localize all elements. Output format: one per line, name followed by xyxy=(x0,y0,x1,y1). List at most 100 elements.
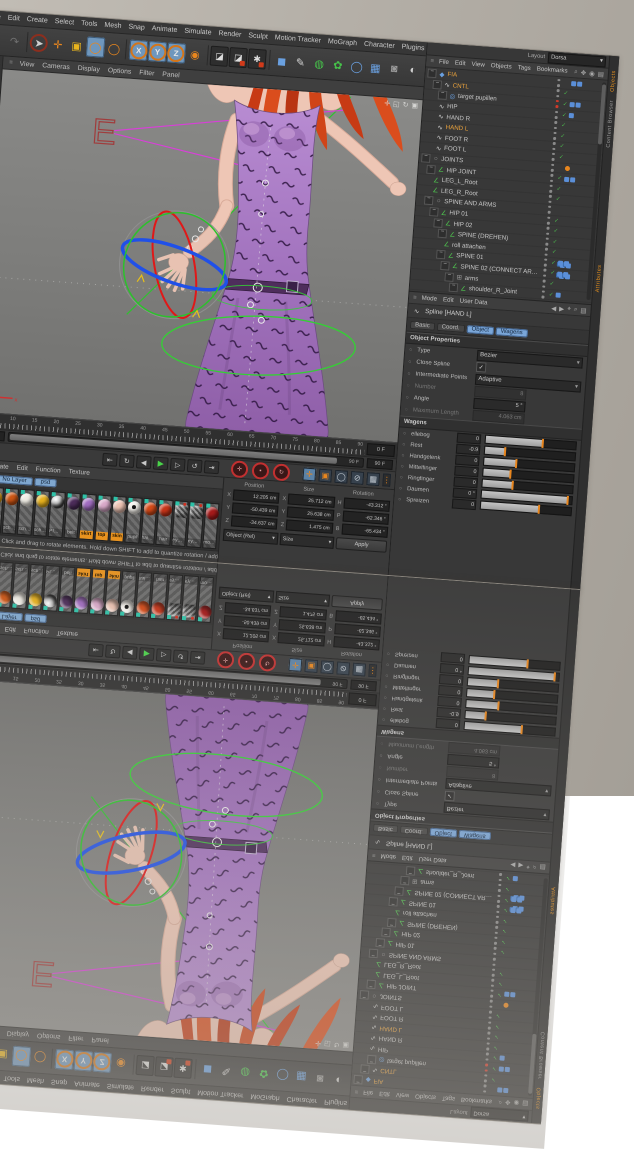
anim-dot[interactable]: ○ xyxy=(400,474,406,480)
tag-icon[interactable] xyxy=(570,177,575,182)
anim-dot[interactable]: ○ xyxy=(409,347,415,353)
mat-menu-texture[interactable]: Texture xyxy=(68,468,90,477)
visibility-dots[interactable] xyxy=(544,216,553,225)
coord-system-icon[interactable]: ◉ xyxy=(185,44,204,65)
menu-render[interactable]: Render xyxy=(218,30,241,39)
maximize-icon[interactable]: ▣ xyxy=(411,101,418,109)
tag-icon[interactable] xyxy=(577,82,582,87)
menu-motion-tracker[interactable]: Motion Tracker xyxy=(275,34,322,44)
expand-icon[interactable]: − xyxy=(433,218,443,228)
visibility-dots[interactable] xyxy=(545,195,554,204)
burger-icon[interactable]: ▤ xyxy=(580,306,587,314)
last-tool-icon[interactable]: ◯ xyxy=(104,38,123,59)
menu-tools[interactable]: Tools xyxy=(81,20,98,28)
size-z-field[interactable]: 1.475 cm xyxy=(286,519,333,533)
expand-icon[interactable]: − xyxy=(432,80,442,90)
position-z-field[interactable]: -34.637 cm xyxy=(231,515,278,529)
vertical-tab-objects[interactable]: Objects xyxy=(609,70,617,92)
anim-dot[interactable]: ○ xyxy=(398,496,404,502)
mat-menu-edit[interactable]: Edit xyxy=(16,464,28,472)
expand-icon[interactable]: − xyxy=(440,261,450,271)
expand-icon[interactable]: − xyxy=(444,272,454,282)
tab-basic[interactable]: Basic xyxy=(410,320,435,330)
visibility-dots[interactable] xyxy=(549,142,558,151)
menu-mesh[interactable]: Mesh xyxy=(104,22,122,30)
redo-icon[interactable]: ↷ xyxy=(5,31,24,52)
am-menu-mode[interactable]: Mode xyxy=(421,295,437,303)
pan-icon[interactable]: ✛ xyxy=(384,99,390,107)
close-spline-checkbox[interactable]: ✓ xyxy=(476,362,487,373)
expand-icon[interactable]: − xyxy=(427,69,437,79)
tag-icon[interactable] xyxy=(571,81,576,86)
visibility-dots[interactable] xyxy=(543,227,552,236)
live-selection-icon[interactable]: ➤ xyxy=(30,32,49,53)
next-frame-button[interactable]: ▷ xyxy=(170,458,186,472)
am-menu-edit[interactable]: Edit xyxy=(443,296,454,304)
anim-dot[interactable]: ○ xyxy=(400,463,406,469)
current-frame-field[interactable]: 0 F xyxy=(366,443,395,457)
menu-edit[interactable]: Edit xyxy=(7,15,20,23)
spline-pen-icon[interactable]: ✎ xyxy=(291,52,310,73)
tag-cluster-icon[interactable] xyxy=(564,261,569,266)
visibility-dots[interactable] xyxy=(551,121,560,130)
play-button[interactable]: ▶ xyxy=(153,456,169,470)
subdivision-surface-icon[interactable]: ◍ xyxy=(310,53,329,74)
anim-dot[interactable]: ○ xyxy=(403,430,409,436)
am-menu-user-data[interactable]: User Data xyxy=(459,297,487,306)
goto-end-button[interactable]: ⇥ xyxy=(204,460,220,474)
key-disable-button[interactable]: ⊘ xyxy=(350,471,364,485)
goto-start-button[interactable]: ⇤ xyxy=(102,453,118,467)
vp-menu-display[interactable]: Display xyxy=(77,64,100,73)
key-dots-button[interactable]: ⋮ xyxy=(382,473,391,487)
cloner-icon[interactable]: ✿ xyxy=(328,54,347,75)
expand-icon[interactable]: − xyxy=(449,283,459,293)
expand-icon[interactable]: − xyxy=(421,153,431,163)
anim-dot[interactable]: ○ xyxy=(408,359,414,365)
orbit-icon[interactable]: ↻ xyxy=(402,101,408,109)
tag-icon[interactable] xyxy=(564,176,569,181)
om-menu-bookmarks[interactable]: Bookmarks xyxy=(536,66,567,75)
visibility-dots[interactable] xyxy=(545,205,554,214)
om-menu-edit[interactable]: Edit xyxy=(455,59,466,67)
visibility-dots[interactable] xyxy=(550,131,559,140)
menu-sculpt[interactable]: Sculpt xyxy=(248,32,268,40)
mat-menu-create[interactable]: Create xyxy=(0,462,9,470)
visibility-dots[interactable] xyxy=(538,290,547,299)
apply-button[interactable]: Apply xyxy=(336,537,387,553)
expand-icon[interactable]: − xyxy=(438,91,448,101)
anim-dot[interactable]: ○ xyxy=(401,452,407,458)
vp-menu-cameras[interactable]: Cameras xyxy=(42,62,70,71)
keyframe-selection-button[interactable]: ▣ xyxy=(318,469,332,483)
search-icon[interactable]: ⌕ xyxy=(574,305,578,313)
expand-icon[interactable]: − xyxy=(426,164,436,174)
om-menu-view[interactable]: View xyxy=(471,61,485,69)
visibility-dots[interactable] xyxy=(554,79,563,88)
back-icon[interactable]: ◀ xyxy=(551,304,557,312)
record-scale-button[interactable]: ▪ xyxy=(251,462,269,480)
coords-mode-dropdown[interactable]: Object (Rel)▾ xyxy=(223,529,278,545)
record-rotation-button[interactable]: ↻ xyxy=(272,463,290,481)
record-position-button[interactable]: ✛ xyxy=(230,460,248,478)
range-start-field[interactable]: 0 F xyxy=(0,430,5,442)
om-menu-file[interactable]: File xyxy=(439,58,449,66)
lock-y-icon[interactable]: Y xyxy=(148,41,167,62)
size-x-field[interactable]: 25.712 cm xyxy=(288,493,335,507)
visibility-dots[interactable] xyxy=(546,184,555,193)
tab-wagens[interactable]: Wagens xyxy=(496,327,528,337)
tab-object[interactable]: Object xyxy=(466,325,494,335)
visibility-dots[interactable] xyxy=(542,248,551,257)
menu-animate[interactable]: Animate xyxy=(151,25,177,34)
floor-icon[interactable]: ▦ xyxy=(366,57,385,78)
rotate-icon[interactable]: ◯ xyxy=(86,36,105,57)
om-menu-objects[interactable]: Objects xyxy=(491,62,512,71)
add-cube-icon[interactable]: ◼ xyxy=(272,50,291,71)
visibility-dots[interactable] xyxy=(553,89,562,98)
tag-cluster-icon[interactable] xyxy=(557,272,562,277)
visibility-dots[interactable] xyxy=(540,269,549,278)
vp-menu-view[interactable]: View xyxy=(19,60,34,68)
vertical-tab-content-browser[interactable]: Content Browser xyxy=(605,100,614,148)
loop-button[interactable]: ↺ xyxy=(187,459,203,473)
range-end-field[interactable]: 90 F xyxy=(366,458,393,470)
move-panel-icon[interactable]: ✥ xyxy=(580,68,586,76)
visibility-dots[interactable] xyxy=(548,153,557,162)
